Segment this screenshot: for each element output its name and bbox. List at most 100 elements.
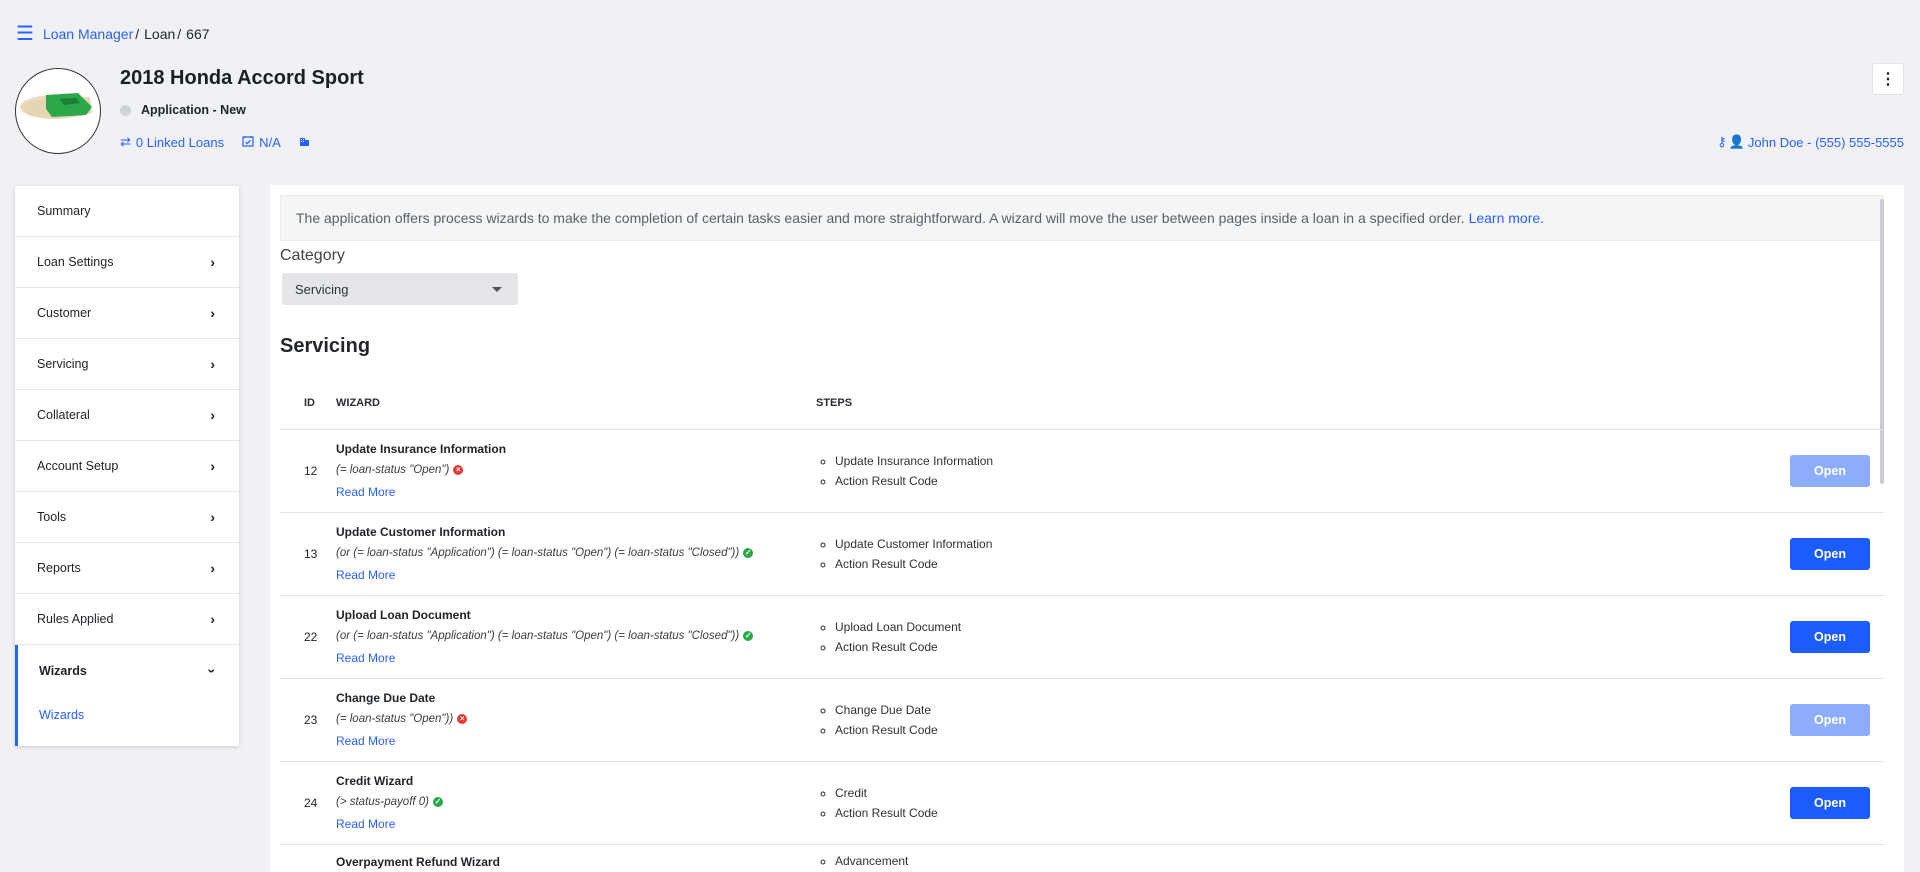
sidebar-item-summary[interactable]: Summary — [15, 186, 239, 237]
sidebar-item-label: Reports — [37, 561, 81, 575]
sidebar-item-rules-applied[interactable]: Rules Applied › — [15, 594, 239, 645]
key-icon: ⚷ — [1717, 134, 1727, 149]
table-header-row: ID WIZARD STEPS — [280, 377, 1884, 430]
breadcrumb-separator: / — [177, 26, 182, 42]
category-select[interactable]: Servicing — [282, 273, 518, 305]
learn-more-link[interactable]: Learn more. — [1469, 210, 1544, 226]
wizard-condition: (or (= loan-status "Application") (= loa… — [336, 547, 816, 559]
loan-meta: ⇄ 0 Linked Loans N/A — [120, 134, 333, 150]
caret-down-icon — [492, 286, 502, 292]
wizard-id: 12 — [280, 429, 336, 513]
linked-loans-label: 0 Linked Loans — [135, 134, 225, 150]
open-wizard-button[interactable]: Open — [1790, 786, 1870, 819]
chevron-right-icon: › — [210, 458, 215, 474]
check-circle-icon: ✓ — [433, 797, 443, 807]
sidebar-subitem-label: Wizards — [39, 708, 85, 722]
sidebar-item-account-setup[interactable]: Account Setup › — [15, 441, 239, 492]
open-wizard-button[interactable]: Open — [1790, 620, 1870, 653]
chevron-down-icon: › — [204, 668, 221, 673]
wizard-name: Change Due Date — [336, 691, 436, 705]
hamburger-menu-icon[interactable]: ☰ — [16, 24, 34, 44]
sidebar-item-customer[interactable]: Customer › — [15, 288, 239, 339]
open-wizard-button[interactable]: Open — [1790, 454, 1870, 487]
read-more-link[interactable]: Read More — [336, 734, 395, 748]
wizard-cell: Update Customer Information (or (= loan-… — [336, 512, 816, 596]
sidebar-item-reports[interactable]: Reports › — [15, 543, 239, 594]
wizard-action: Open — [1746, 678, 1884, 762]
step-item: Update Customer Information — [835, 534, 1746, 554]
chevron-right-icon: › — [210, 356, 215, 372]
primary-contact-link[interactable]: ⚷ 👤 John Doe - (555) 555-5555 — [1717, 134, 1904, 150]
wizard-id: 13 — [280, 512, 336, 596]
open-wizard-button[interactable]: Open — [1790, 537, 1870, 570]
breadcrumb: ☰ Loan Manager / Loan / 667 — [16, 22, 210, 46]
sidebar-item-wizards[interactable]: Wizards › — [15, 645, 239, 696]
exchange-arrows-icon: ⇄ — [120, 134, 131, 149]
category-label: Category — [280, 247, 345, 264]
building-link[interactable] — [299, 135, 315, 150]
sidebar-item-servicing[interactable]: Servicing › — [15, 339, 239, 390]
wizard-steps: Update Insurance Information Action Resu… — [816, 429, 1746, 513]
page-title: 2018 Honda Accord Sport — [120, 67, 364, 89]
wizard-steps: Upload Loan Document Action Result Code — [816, 595, 1746, 679]
table-row: 12 Update Insurance Information (= loan-… — [280, 429, 1884, 513]
wizard-name: Credit Wizard — [336, 774, 414, 788]
breadcrumb-loan-manager[interactable]: Loan Manager — [43, 26, 133, 42]
vertical-ellipsis-icon: ⋮ — [1880, 71, 1896, 88]
wizards-table: ID WIZARD STEPS 12 Update Insurance Info… — [280, 377, 1884, 872]
step-item: Advancement — [835, 851, 1746, 871]
more-options-button[interactable]: ⋮ — [1872, 63, 1904, 95]
step-item: Upload Loan Document — [835, 617, 1746, 637]
step-item: Update Insurance Information — [835, 451, 1746, 471]
wizard-condition-text: (= loan-status "Open")) — [336, 713, 454, 725]
sidebar-item-label: Customer — [37, 306, 92, 320]
section-title: Servicing — [280, 335, 371, 357]
chevron-right-icon: › — [210, 305, 215, 321]
linked-loans-link[interactable]: ⇄ 0 Linked Loans — [120, 134, 224, 150]
chevron-right-icon: › — [210, 254, 215, 270]
loan-status: Application - New — [120, 103, 246, 117]
sidebar-item-label: Tools — [37, 510, 67, 524]
wizard-condition-text: (= loan-status "Open") — [336, 464, 450, 476]
table-row: 22 Upload Loan Document (or (= loan-stat… — [280, 595, 1884, 679]
sidebar-subitem-wizards[interactable]: Wizards — [15, 696, 239, 746]
wizard-condition-text: (> status-payoff 0) — [336, 796, 429, 808]
table-row: 23 Change Due Date (= loan-status "Open"… — [280, 678, 1884, 762]
date-link[interactable]: N/A — [242, 135, 281, 150]
contact-label: John Doe - (555) 555-5555 — [1747, 134, 1904, 150]
check-circle-icon: ✓ — [743, 631, 754, 641]
wizard-steps: Update Customer Information Action Resul… — [816, 512, 1746, 596]
step-item: Action Result Code — [835, 720, 1746, 740]
info-banner: The application offers process wizards t… — [280, 195, 1884, 241]
wizard-name: Update Customer Information — [336, 525, 506, 539]
user-icon: 👤 — [1728, 134, 1745, 149]
read-more-link[interactable]: Read More — [336, 568, 395, 582]
step-item: Action Result Code — [835, 471, 1746, 491]
sidebar-item-tools[interactable]: Tools › — [15, 492, 239, 543]
wizard-name: Overpayment Refund Wizard — [336, 854, 500, 869]
error-icon: × — [457, 714, 468, 724]
read-more-link[interactable]: Read More — [336, 485, 395, 499]
wizard-action: Open — [1746, 761, 1884, 845]
wizard-action: Open — [1746, 429, 1884, 513]
column-header-id: ID — [280, 377, 336, 430]
read-more-link[interactable]: Read More — [336, 651, 395, 665]
sidebar-item-label: Servicing — [37, 357, 89, 371]
wizard-cell: Change Due Date (= loan-status "Open")) … — [336, 678, 816, 762]
wizard-name: Update Insurance Information — [336, 442, 507, 456]
sidebar-item-loan-settings[interactable]: Loan Settings › — [15, 237, 239, 288]
date-value: N/A — [259, 134, 281, 150]
wizard-id: 23 — [280, 678, 336, 762]
wizard-steps: Credit Action Result Code — [816, 761, 1746, 845]
breadcrumb-loan-id: 667 — [186, 26, 210, 42]
open-wizard-button[interactable]: Open — [1790, 703, 1870, 736]
sidebar-item-collateral[interactable]: Collateral › — [15, 390, 239, 441]
sidebar-item-label: Loan Settings — [37, 255, 114, 269]
chevron-right-icon: › — [210, 407, 215, 423]
wizard-id: 22 — [280, 595, 336, 679]
read-more-link[interactable]: Read More — [336, 817, 395, 831]
wizard-action: Open — [1746, 512, 1884, 596]
step-item: Credit — [835, 783, 1746, 803]
table-row: 13 Update Customer Information (or (= lo… — [280, 512, 1884, 596]
wizard-cell: Credit Wizard (> status-payoff 0) ✓ Read… — [336, 761, 816, 845]
